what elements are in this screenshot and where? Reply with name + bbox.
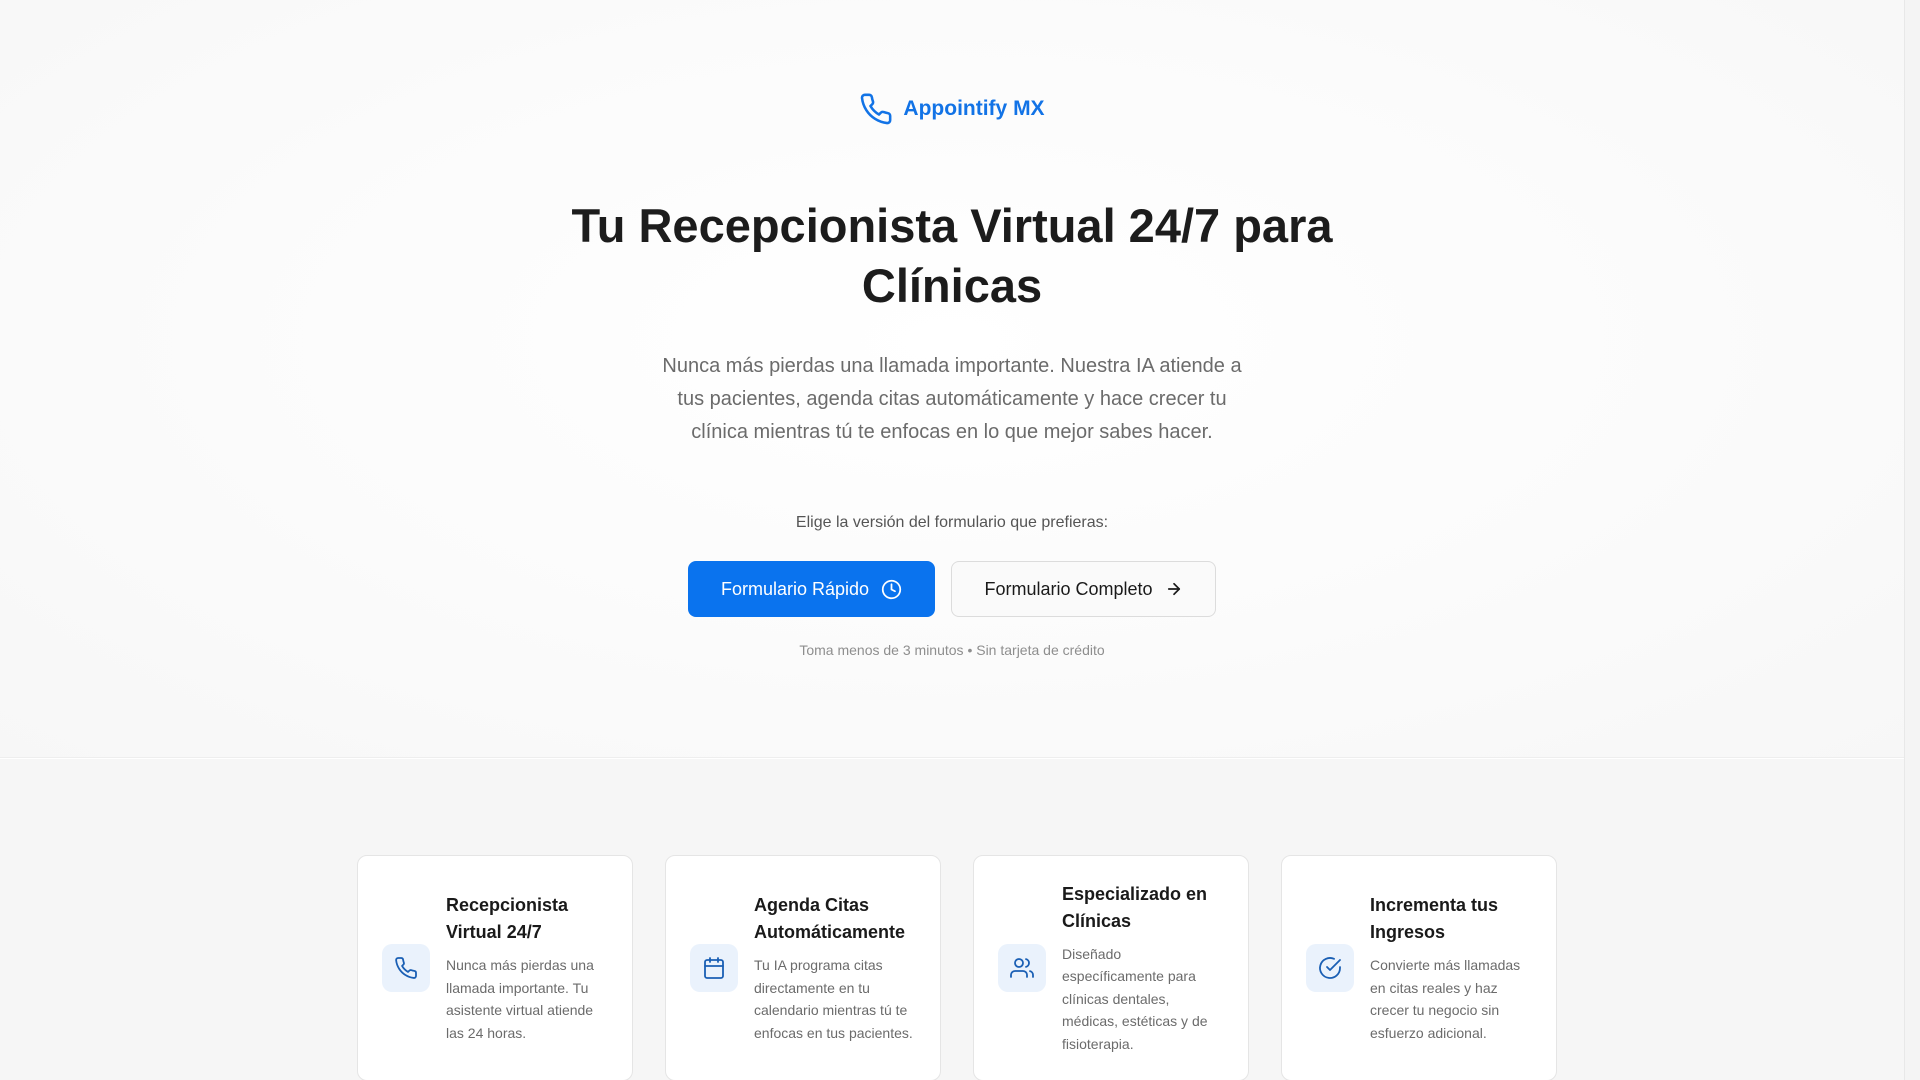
page-scrollbar[interactable] — [1904, 0, 1920, 1080]
hero-section: Appointify MX Tu Recepcionista Virtual 2… — [0, 0, 1904, 758]
form-choice-label: Elige la versión del formulario que pref… — [795, 514, 1109, 531]
quick-form-button-label: Formulario Rápido — [720, 578, 870, 599]
feature-card-receptionist: Recepcionista Virtual 24/7 Nunca más pie… — [357, 855, 633, 1080]
full-form-button-label: Formulario Completo — [984, 578, 1153, 599]
feature-description: Nunca más pierdas una llamada importante… — [446, 957, 594, 1041]
clock-icon — [881, 579, 902, 599]
brand-logo[interactable]: Appointify MX — [0, 92, 1904, 126]
calendar-icon — [690, 944, 738, 992]
quick-form-button[interactable]: Formulario Rápido — [688, 561, 935, 617]
feature-card-clinics: Especializado en Clínicas Diseñado espec… — [973, 855, 1249, 1080]
feature-description: Tu IA programa citas directamente en tu … — [754, 957, 913, 1041]
phone-icon — [859, 92, 893, 126]
check-circle-icon — [1306, 944, 1354, 992]
feature-description: Diseñado específicamente para clínicas d… — [1062, 945, 1208, 1052]
feature-description: Convierte más llamadas en citas reales y… — [1370, 957, 1521, 1041]
cta-note: Toma menos de 3 minutos • Sin tarjeta de… — [799, 642, 1105, 658]
brand-name: Appointify MX — [903, 97, 1045, 120]
cta-buttons: Formulario Rápido Formulario Completo — [0, 561, 1904, 617]
hero-subtitle: Nunca más pierdas una llamada importante… — [662, 355, 1242, 443]
feature-cards: Recepcionista Virtual 24/7 Nunca más pie… — [357, 855, 1557, 1080]
page-title-line-2: Clínicas — [861, 259, 1043, 312]
full-form-button[interactable]: Formulario Completo — [951, 561, 1216, 617]
users-icon — [998, 944, 1046, 992]
feature-title: Especializado en Clínicas — [1062, 883, 1208, 931]
feature-title: Recepcionista Virtual 24/7 — [446, 895, 569, 942]
page-title: Tu Recepcionista Virtual 24/7 para Clíni… — [452, 196, 1452, 316]
feature-card-revenue: Incrementa tus Ingresos Convierte más ll… — [1281, 855, 1557, 1080]
arrow-right-icon — [1167, 582, 1180, 596]
page-title-line-1: Tu Recepcionista Virtual 24/7 para — [571, 199, 1333, 252]
phone-icon — [382, 944, 430, 992]
feature-card-scheduling: Agenda Citas Automáticamente Tu IA progr… — [665, 855, 941, 1080]
feature-title: Incrementa tus Ingresos — [1370, 895, 1499, 942]
feature-title: Agenda Citas Automáticamente — [754, 895, 906, 942]
